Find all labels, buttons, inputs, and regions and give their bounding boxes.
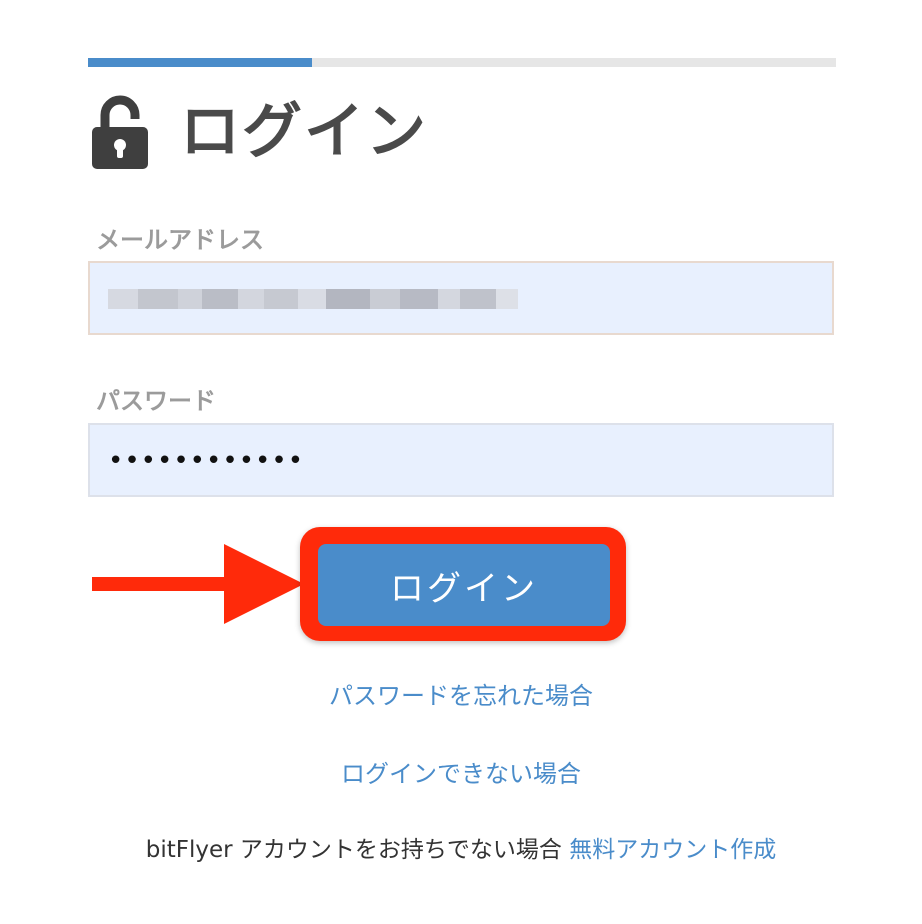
page-header: ログイン [92, 92, 428, 172]
email-field[interactable] [88, 261, 834, 335]
progress-bar [88, 58, 836, 67]
obscured-email-value [108, 289, 518, 309]
create-free-account-link[interactable]: 無料アカウント作成 [569, 837, 776, 863]
page-title: ログイン [180, 97, 428, 167]
progress-bar-fill [88, 58, 313, 67]
password-field[interactable]: •••••••••••• [88, 423, 834, 497]
password-label: パスワード [96, 387, 216, 415]
unlocked-padlock-icon [92, 95, 148, 169]
red-arrow-annotation [92, 544, 304, 624]
cannot-login-link[interactable]: ログインできない場合 [0, 754, 922, 789]
signup-row: bitFlyer アカウントをお持ちでない場合 無料アカウント作成 [0, 830, 922, 864]
login-button[interactable]: ログイン [318, 544, 610, 626]
password-masked-value: •••••••••••• [108, 446, 305, 476]
login-page: ログイン メールアドレス パスワード •••••••••••• ログイン パスワ… [0, 0, 922, 924]
email-label: メールアドレス [96, 226, 264, 254]
signup-prompt: bitFlyer アカウントをお持ちでない場合 [145, 837, 562, 863]
forgot-password-link[interactable]: パスワードを忘れた場合 [0, 676, 922, 711]
